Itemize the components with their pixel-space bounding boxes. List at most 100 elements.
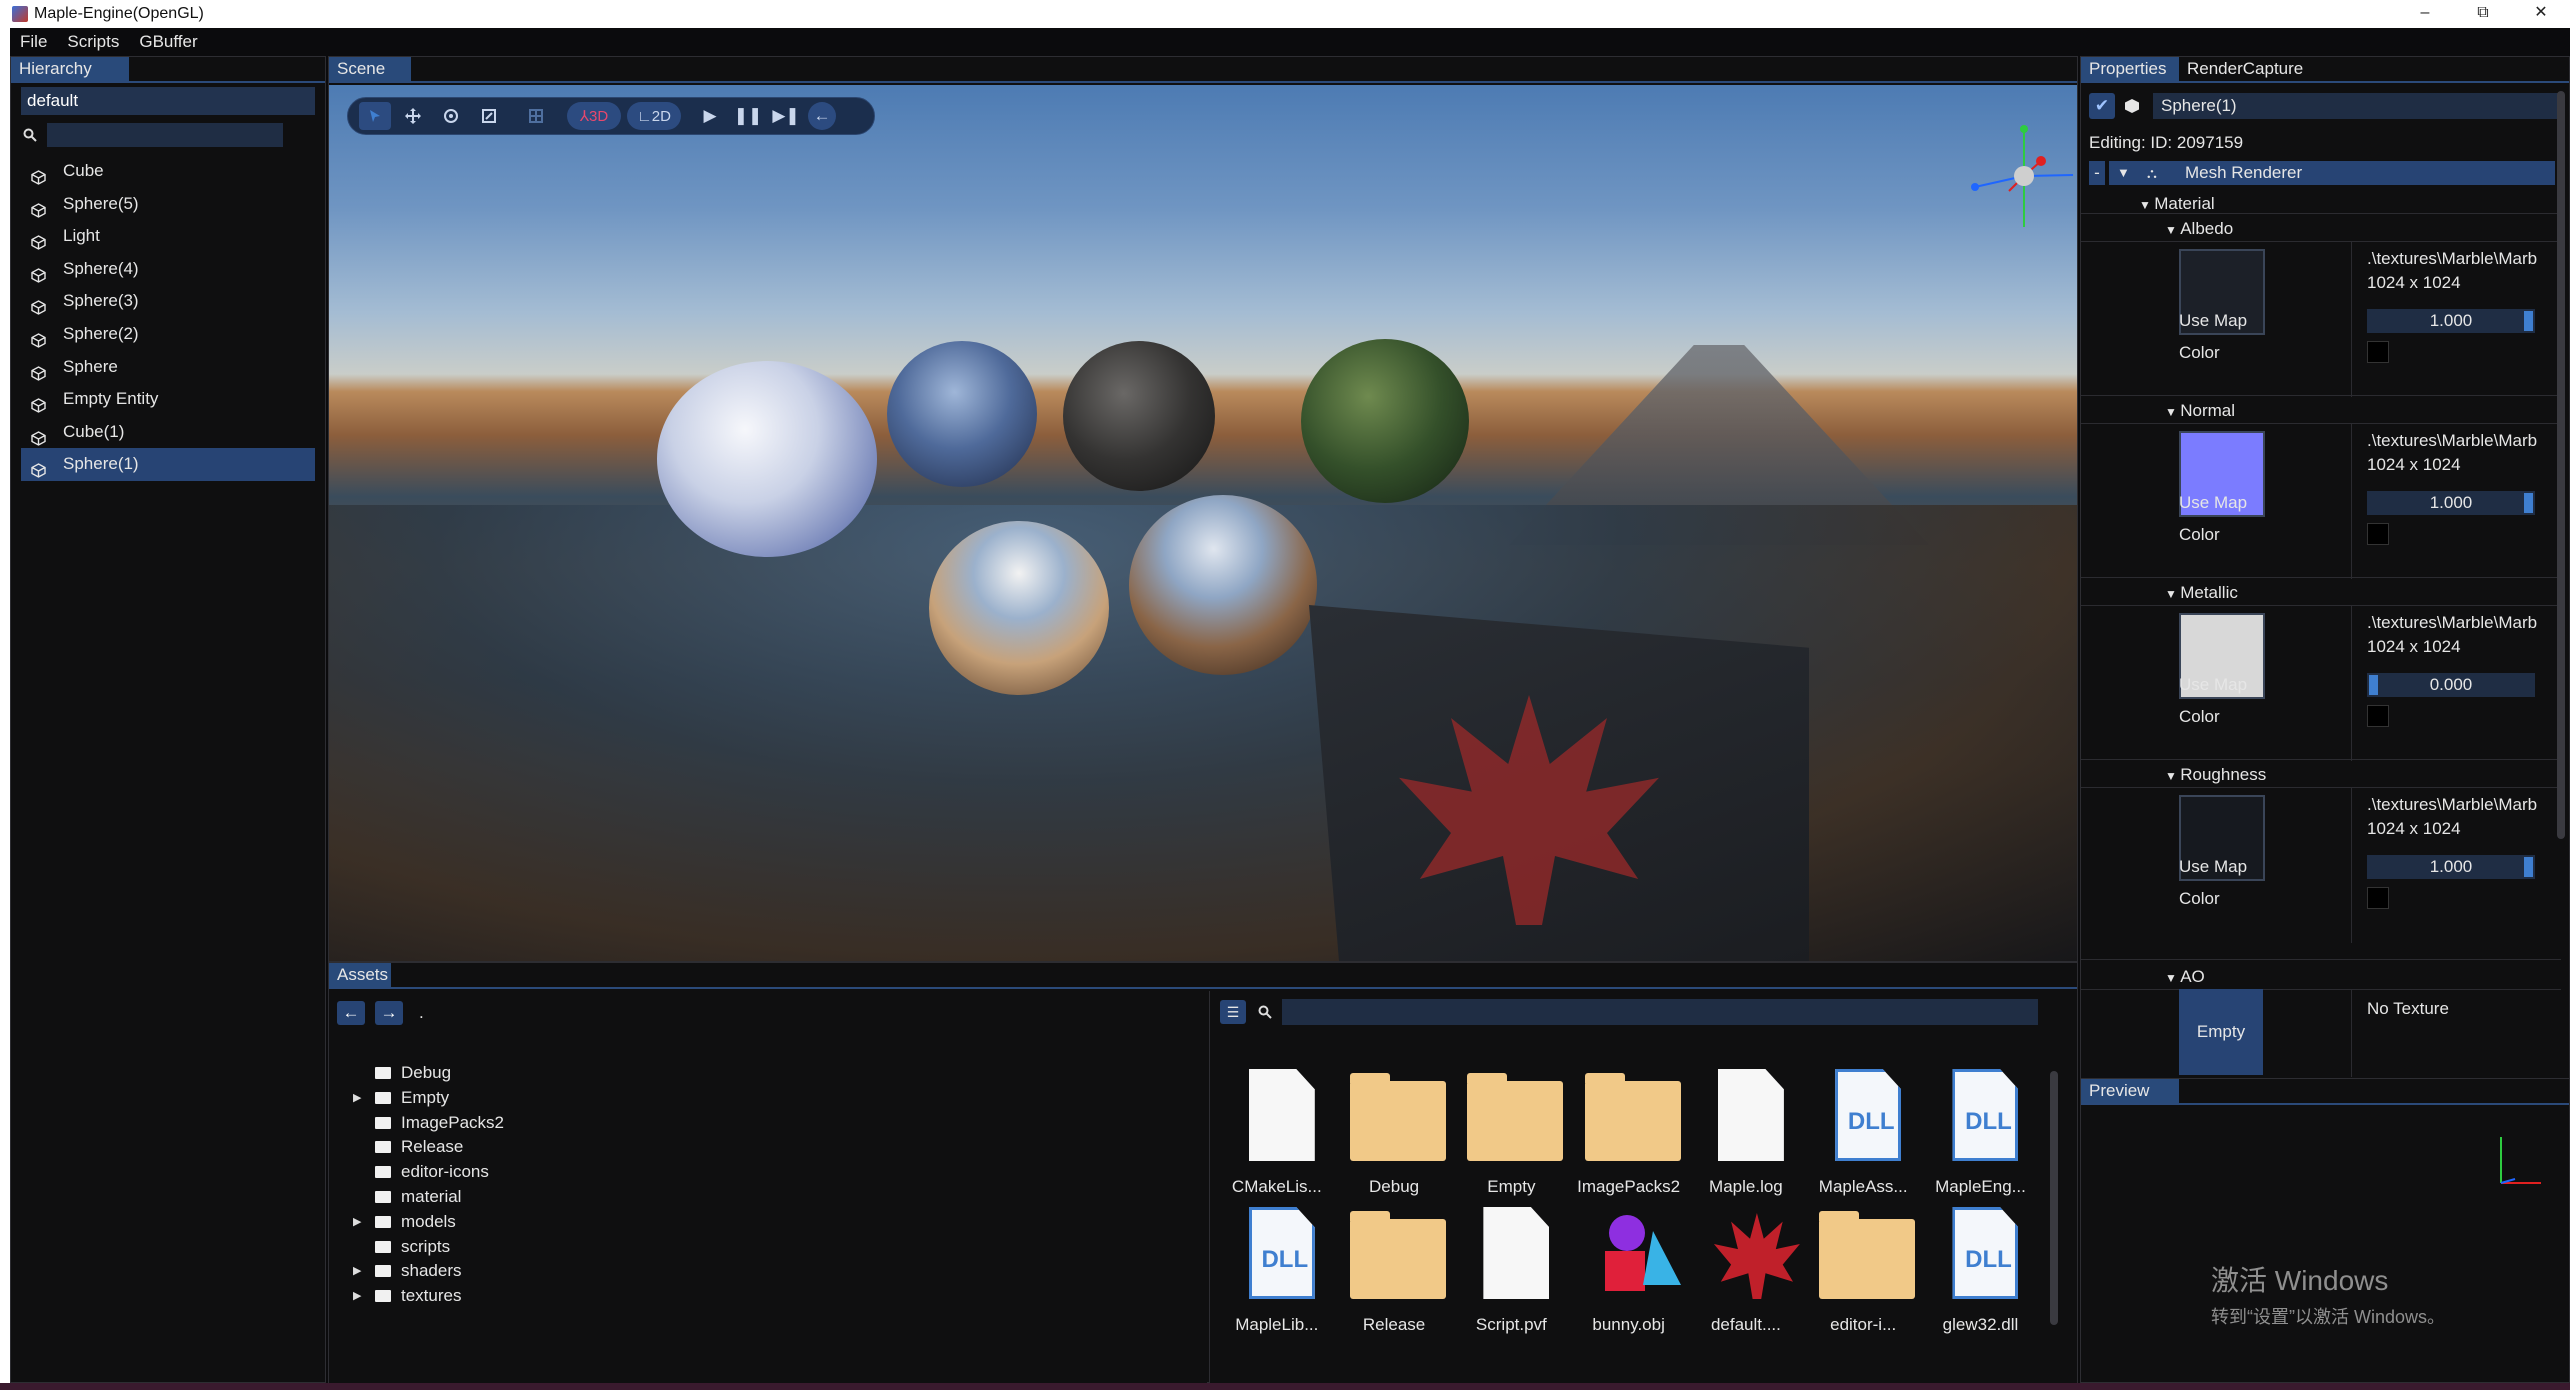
tab-rendercapture[interactable]: RenderCapture [2179, 57, 2329, 81]
tree-folder[interactable]: material [343, 1185, 504, 1210]
ao-header[interactable]: ▼ AO [2165, 967, 2205, 987]
hierarchy-item[interactable]: Sphere(3) [21, 285, 315, 318]
map-section-header[interactable]: ▼ Metallic [2165, 583, 2238, 603]
cursor-icon[interactable] [359, 102, 391, 130]
asset-scrollbar[interactable] [2050, 1071, 2058, 1325]
restore-button[interactable]: ⧉ [2454, 0, 2512, 28]
use-map-slider[interactable]: 0.000 [2367, 673, 2535, 697]
menu-scripts[interactable]: Scripts [57, 32, 129, 52]
close-button[interactable]: ✕ [2512, 0, 2570, 28]
scale-icon[interactable] [473, 102, 505, 130]
expand-arrow-icon[interactable]: ▶ [353, 1210, 361, 1235]
sphere-chrome[interactable] [929, 521, 1109, 695]
slider-knob[interactable] [2524, 311, 2533, 331]
hierarchy-search-input[interactable] [47, 123, 283, 147]
tree-folder[interactable]: scripts [343, 1235, 504, 1260]
hierarchy-item[interactable]: Cube(1) [21, 416, 315, 449]
properties-scrollbar[interactable] [2557, 91, 2565, 839]
hierarchy-item[interactable]: Sphere(5) [21, 188, 315, 221]
color-swatch[interactable] [2367, 705, 2389, 727]
mode-3d-button[interactable]: ⅄ 3D [567, 102, 621, 130]
asset-tile[interactable]: bunny.obj [1571, 1207, 1687, 1343]
tree-folder[interactable]: ▶ models [343, 1210, 504, 1235]
tab-assets[interactable]: Assets [329, 963, 391, 987]
use-map-slider[interactable]: 1.000 [2367, 491, 2535, 515]
minimize-button[interactable]: – [2396, 0, 2454, 28]
asset-tile[interactable]: ImagePacks2 [1571, 1069, 1687, 1205]
asset-tile[interactable]: DLL glew32.dll [1922, 1207, 2038, 1343]
slider-knob[interactable] [2524, 857, 2533, 877]
asset-tile[interactable]: Script.pvf [1453, 1207, 1569, 1343]
grid-icon[interactable] [520, 102, 552, 130]
tree-folder[interactable]: Debug [343, 1061, 504, 1086]
asset-tile[interactable]: DLL MapleAss... [1805, 1069, 1921, 1205]
sphere-blue-marble[interactable] [887, 341, 1037, 487]
sphere-mirror-rock[interactable] [1129, 495, 1317, 675]
tree-folder[interactable]: editor-icons [343, 1160, 504, 1185]
color-swatch[interactable] [2367, 887, 2389, 909]
asset-tile[interactable]: Maple.log [1688, 1069, 1804, 1205]
asset-tile[interactable]: Debug [1336, 1069, 1452, 1205]
rotate-icon[interactable] [435, 102, 467, 130]
asset-tile[interactable]: default.... [1688, 1207, 1804, 1343]
hierarchy-item[interactable]: Cube [21, 155, 315, 188]
tree-folder[interactable]: Release [343, 1135, 504, 1160]
entity-name-input[interactable]: Sphere(1) [2153, 93, 2561, 119]
component-remove-button[interactable]: - [2089, 161, 2105, 185]
maple-cube[interactable] [1309, 605, 1809, 961]
asset-tile[interactable]: CMakeLis... [1219, 1069, 1335, 1205]
asset-tile[interactable]: DLL MapleEng... [1922, 1069, 2038, 1205]
hierarchy-item[interactable]: Sphere [21, 351, 315, 384]
hierarchy-item[interactable]: Sphere(2) [21, 318, 315, 351]
expand-arrow-icon[interactable]: ▶ [353, 1259, 361, 1284]
back-arrow-icon[interactable]: ← [808, 102, 836, 130]
pause-icon[interactable]: ❚❚ [732, 102, 764, 130]
back-button[interactable]: ← [337, 1001, 365, 1025]
slider-knob[interactable] [2369, 675, 2378, 695]
step-icon[interactable]: ▶❚ [770, 102, 802, 130]
mesh-renderer-header[interactable]: ▼ ⛬ Mesh Renderer [2109, 161, 2555, 185]
hierarchy-item[interactable]: Empty Entity [21, 383, 315, 416]
sphere-porcelain[interactable] [657, 361, 877, 557]
tree-folder[interactable]: ▶ textures [343, 1284, 504, 1309]
hierarchy-item[interactable]: Light [21, 220, 315, 253]
menu-file[interactable]: File [10, 32, 57, 52]
slider-knob[interactable] [2524, 493, 2533, 513]
entity-active-checkbox[interactable]: ✔ [2089, 93, 2115, 119]
color-swatch[interactable] [2367, 341, 2389, 363]
hierarchy-item[interactable]: Sphere(4) [21, 253, 315, 286]
tree-folder[interactable]: ▶ Empty [343, 1086, 504, 1111]
asset-tile[interactable]: editor-i... [1805, 1207, 1921, 1343]
sphere-dark-spiral[interactable] [1063, 341, 1215, 491]
use-map-slider[interactable]: 1.000 [2367, 855, 2535, 879]
expand-arrow-icon[interactable]: ▶ [353, 1284, 361, 1309]
ao-empty-slot[interactable]: Empty [2179, 989, 2263, 1075]
play-icon[interactable]: ▶ [694, 102, 726, 130]
material-header[interactable]: ▼ Material [2139, 194, 2215, 214]
map-section-header[interactable]: ▼ Albedo [2165, 219, 2233, 239]
map-section-header[interactable]: ▼ Roughness [2165, 765, 2266, 785]
color-swatch[interactable] [2367, 523, 2389, 545]
tab-scene[interactable]: Scene [329, 57, 411, 81]
forward-button[interactable]: → [375, 1001, 403, 1025]
tree-folder[interactable]: ImagePacks2 [343, 1111, 504, 1136]
tab-properties[interactable]: Properties [2081, 57, 2179, 81]
scene-filter-field[interactable]: default [21, 87, 315, 115]
asset-tile[interactable]: DLL MapleLib... [1219, 1207, 1335, 1343]
tab-preview[interactable]: Preview [2081, 1079, 2179, 1103]
sphere-green-moss[interactable] [1301, 339, 1469, 503]
scene-viewport[interactable]: ⅄ 3D ∟ 2D ▶ ❚❚ ▶❚ ← [329, 85, 2077, 961]
use-map-slider[interactable]: 1.000 [2367, 309, 2535, 333]
asset-tile[interactable]: Release [1336, 1207, 1452, 1343]
mode-2d-button[interactable]: ∟ 2D [627, 102, 681, 130]
list-view-button[interactable]: ☰ [1220, 1000, 1246, 1024]
hierarchy-item[interactable]: Sphere(1) [21, 448, 315, 481]
tree-folder[interactable]: ▶ shaders [343, 1259, 504, 1284]
menu-gbuffer[interactable]: GBuffer [129, 32, 207, 52]
map-section-header[interactable]: ▼ Normal [2165, 401, 2235, 421]
asset-tile[interactable]: Empty [1453, 1069, 1569, 1205]
asset-search-input[interactable] [1282, 999, 2038, 1025]
tab-hierarchy[interactable]: Hierarchy [11, 57, 129, 81]
move-icon[interactable] [397, 102, 429, 130]
expand-arrow-icon[interactable]: ▶ [353, 1086, 361, 1111]
